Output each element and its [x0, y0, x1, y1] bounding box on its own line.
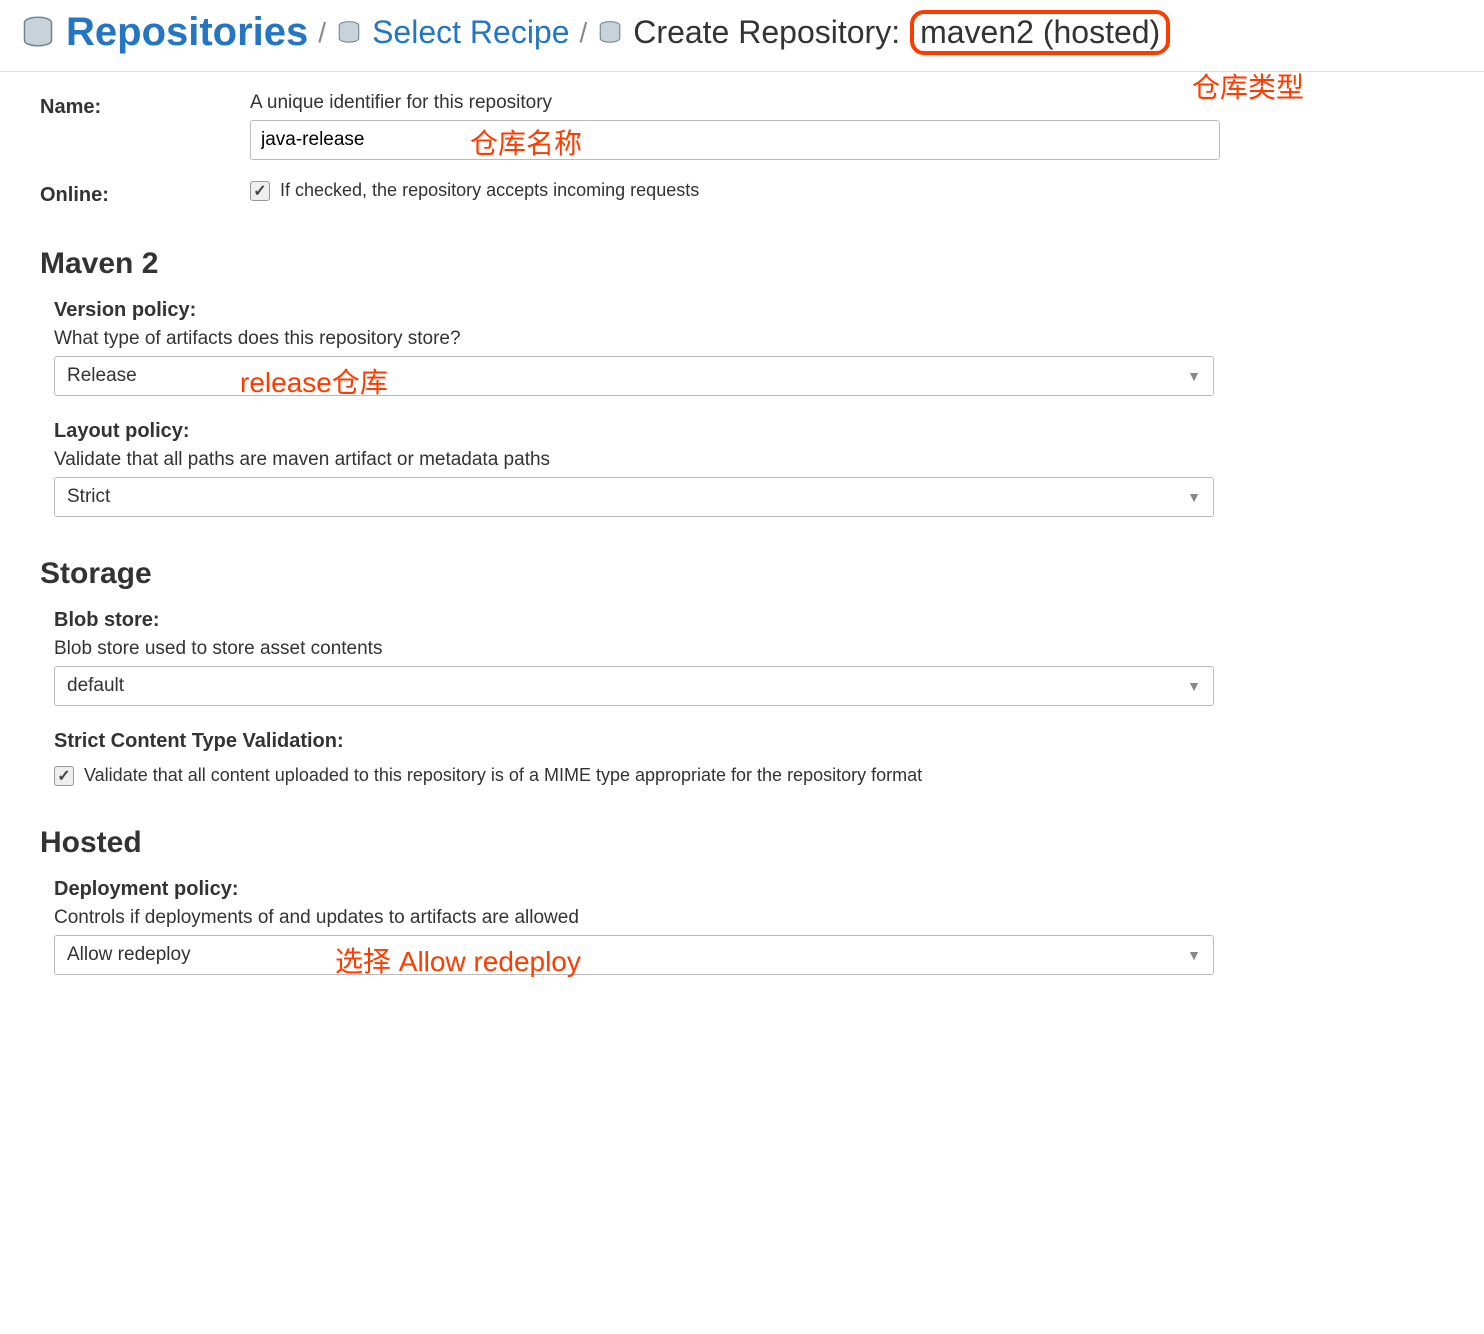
separator: /: [318, 17, 326, 49]
breadcrumb: Repositories / Select Recipe / Create Re…: [0, 0, 1484, 72]
version-policy-select[interactable]: Release ▼ release仓库: [54, 356, 1214, 396]
chevron-down-icon: ▼: [1187, 368, 1201, 384]
breadcrumb-current-type: maven2 (hosted): [920, 14, 1160, 50]
online-desc: If checked, the repository accepts incom…: [280, 180, 699, 201]
db-icon: [336, 20, 362, 46]
strict-content-desc: Validate that all content uploaded to th…: [84, 765, 922, 786]
layout-policy-select[interactable]: Strict ▼: [54, 477, 1214, 517]
breadcrumb-select-recipe[interactable]: Select Recipe: [372, 14, 569, 51]
label-layout-policy: Layout policy:: [54, 420, 1444, 443]
helper-version-policy: What type of artifacts does this reposit…: [54, 328, 1444, 350]
deployment-policy-value: Allow redeploy: [67, 944, 191, 966]
blob-store-value: default: [67, 675, 124, 697]
helper-layout-policy: Validate that all paths are maven artifa…: [54, 449, 1444, 471]
label-strict-content: Strict Content Type Validation:: [54, 730, 1444, 753]
section-maven2: Maven 2: [40, 247, 1444, 281]
chevron-down-icon: ▼: [1187, 947, 1201, 963]
helper-name: A unique identifier for this repository: [250, 92, 1444, 114]
row-online: Online: If checked, the repository accep…: [40, 180, 1444, 207]
separator: /: [580, 17, 588, 49]
form-area: Name: A unique identifier for this repos…: [0, 72, 1484, 1015]
section-storage: Storage: [40, 557, 1444, 591]
label-online: Online:: [40, 180, 250, 207]
helper-blob-store: Blob store used to store asset contents: [54, 638, 1444, 660]
db-icon: [597, 20, 623, 46]
section-hosted: Hosted: [40, 826, 1444, 860]
layout-policy-value: Strict: [67, 486, 110, 508]
name-input[interactable]: [250, 120, 1220, 160]
db-icon: [20, 15, 56, 51]
label-deployment-policy: Deployment policy:: [54, 878, 1444, 901]
highlight-repo-type: maven2 (hosted): [910, 10, 1170, 55]
chevron-down-icon: ▼: [1187, 678, 1201, 694]
row-name: Name: A unique identifier for this repos…: [40, 92, 1444, 160]
chevron-down-icon: ▼: [1187, 489, 1201, 505]
breadcrumb-current-prefix: Create Repository:: [633, 14, 900, 51]
label-blob-store: Blob store:: [54, 609, 1444, 632]
annotation-redeploy: 选择 Allow redeploy: [335, 940, 581, 980]
annotation-release: release仓库: [240, 361, 388, 401]
breadcrumb-repositories[interactable]: Repositories: [66, 10, 308, 55]
annotation-repo-name: 仓库名称: [470, 122, 582, 162]
deployment-policy-select[interactable]: Allow redeploy ▼ 选择 Allow redeploy: [54, 935, 1214, 975]
online-checkbox[interactable]: [250, 181, 270, 201]
version-policy-value: Release: [67, 365, 137, 387]
label-version-policy: Version policy:: [54, 299, 1444, 322]
strict-content-checkbox[interactable]: [54, 766, 74, 786]
label-name: Name:: [40, 92, 250, 119]
helper-deployment-policy: Controls if deployments of and updates t…: [54, 907, 1444, 929]
blob-store-select[interactable]: default ▼: [54, 666, 1214, 706]
